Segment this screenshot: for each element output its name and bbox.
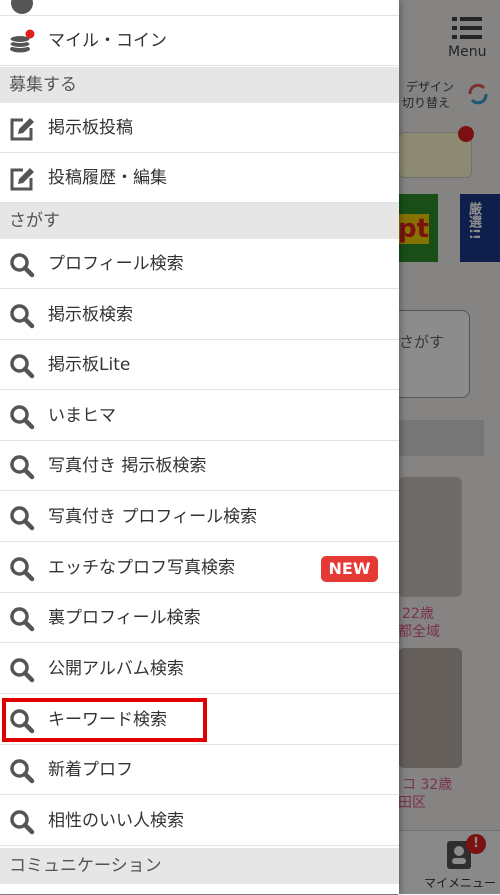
search-icon [10, 810, 35, 835]
section-title: さがす [9, 211, 60, 231]
edit-icon [10, 118, 34, 141]
search-icon [10, 455, 35, 480]
drawer-item-label: 相性のいい人検索 [48, 811, 184, 831]
drawer-item-label: 掲示板投稿 [48, 118, 133, 138]
drawer-item-board-post[interactable]: 掲示板投稿 [0, 103, 399, 153]
drawer-item-partial-bottom[interactable] [0, 884, 399, 894]
drawer-item-photo-board-search[interactable]: 写真付き 掲示板検索 [0, 441, 399, 491]
drawer-item-label: マイル・コイン [48, 31, 167, 51]
drawer-item-public-album-search[interactable]: 公開アルバム検索 [0, 644, 399, 694]
drawer-item-label: 写真付き プロフィール検索 [48, 507, 258, 527]
search-icon [10, 759, 35, 784]
search-icon [10, 304, 35, 329]
drawer-item-label: 掲示板Lite [48, 355, 131, 375]
side-drawer: マイル・コイン 募集する 掲示板投稿 投稿履歴・編集 さがす プロフィール検索 … [0, 0, 399, 894]
search-icon [10, 607, 35, 632]
edit-icon [10, 168, 34, 191]
new-badge: NEW [321, 556, 378, 582]
drawer-item-secret-profile-search[interactable]: 裏プロフィール検索 [0, 593, 399, 643]
drawer-item-label: 投稿履歴・編集 [48, 168, 167, 188]
drawer-item-new-profiles[interactable]: 新着プロフ [0, 745, 399, 795]
drawer-item-label: プロフィール検索 [48, 254, 184, 274]
search-icon [10, 253, 35, 278]
drawer-item-imahima[interactable]: いまヒマ [0, 391, 399, 441]
drawer-item-post-history[interactable]: 投稿履歴・編集 [0, 153, 399, 203]
drawer-item-profile-search[interactable]: プロフィール検索 [0, 239, 399, 289]
drawer-item-label: 掲示板検索 [48, 305, 133, 325]
section-title: 募集する [9, 75, 77, 95]
search-icon [10, 506, 35, 531]
circle-icon [11, 0, 33, 14]
drawer-item-label: エッチなプロフ写真検索 [48, 558, 235, 578]
drawer-item-label: いまヒマ [48, 406, 116, 426]
search-icon [10, 709, 35, 734]
search-icon [10, 354, 35, 379]
drawer-item-label: キーワード検索 [48, 710, 167, 730]
section-header-recruit: 募集する [0, 67, 399, 103]
drawer-item-label: 裏プロフィール検索 [48, 608, 201, 628]
drawer-item-photo-profile-search[interactable]: 写真付き プロフィール検索 [0, 492, 399, 542]
drawer-item-board-lite[interactable]: 掲示板Lite [0, 340, 399, 390]
drawer-item-label: 新着プロフ [48, 760, 133, 780]
section-header-search: さがす [0, 203, 399, 239]
section-header-communication: コミュニケーション [0, 848, 399, 884]
drawer-item-label: 公開アルバム検索 [48, 659, 184, 679]
drawer-item-board-search[interactable]: 掲示板検索 [0, 290, 399, 340]
search-icon [10, 658, 35, 683]
search-icon [10, 557, 35, 582]
drawer-item-label: 写真付き 掲示板検索 [48, 456, 207, 476]
drawer-item-adult-photo-search[interactable]: エッチなプロフ写真検索 NEW [0, 543, 399, 593]
search-icon [10, 405, 35, 430]
drawer-item-mile-coin[interactable]: マイル・コイン [0, 16, 399, 66]
drawer-item-partial[interactable] [0, 0, 399, 16]
section-title: コミュニケーション [9, 856, 162, 876]
coins-icon [9, 29, 35, 53]
drawer-item-keyword-search[interactable]: キーワード検索 [0, 695, 399, 745]
drawer-item-compatibility-search[interactable]: 相性のいい人検索 [0, 796, 399, 846]
